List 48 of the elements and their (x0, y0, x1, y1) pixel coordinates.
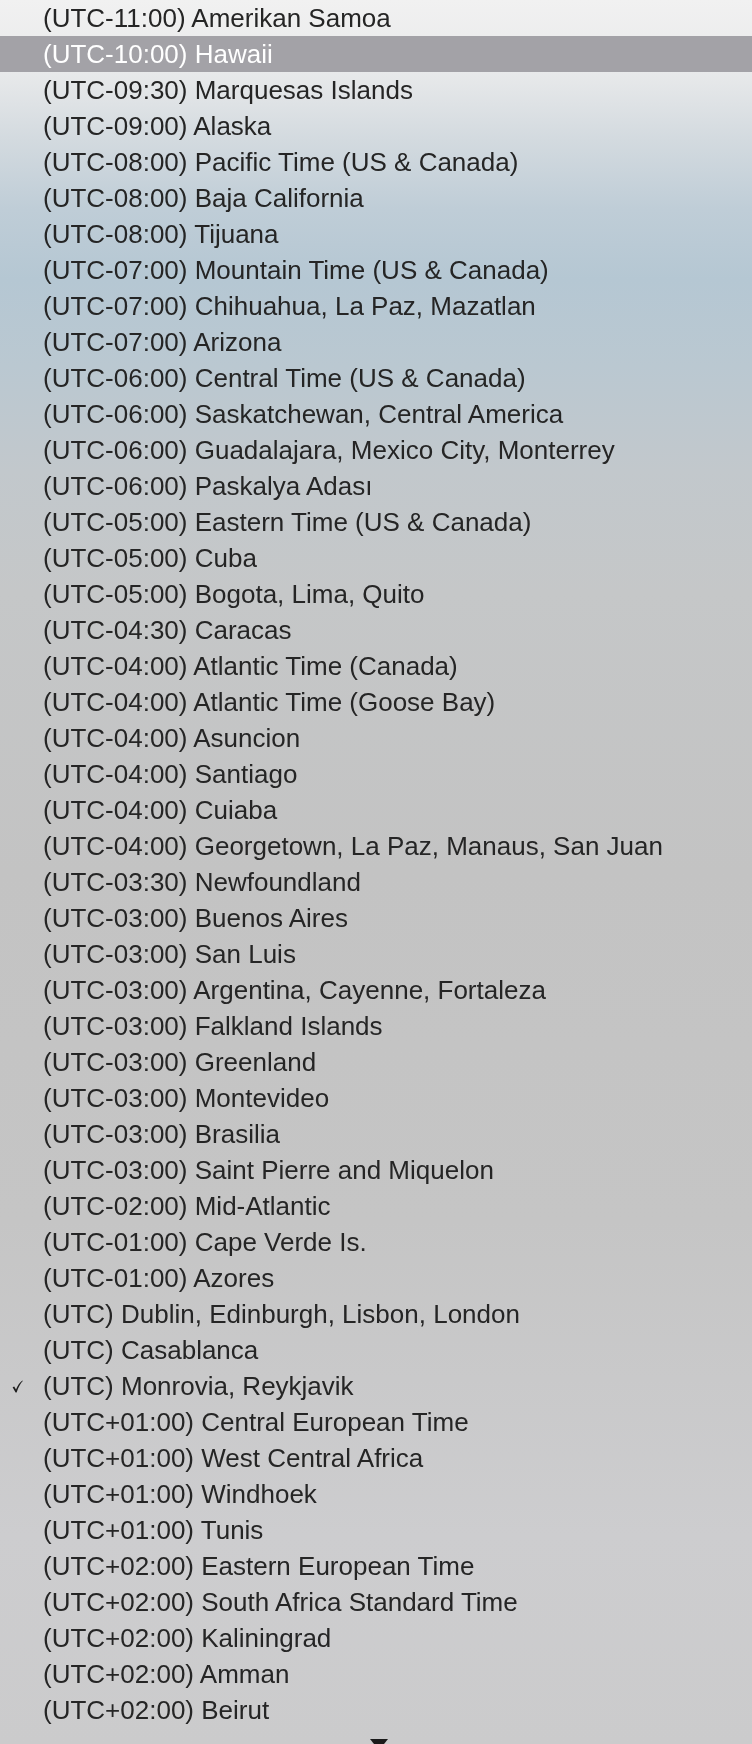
menu-item[interactable]: (UTC+01:00) Windhoek (0, 1476, 752, 1512)
menu-item[interactable]: (UTC-04:00) Asuncion (0, 720, 752, 756)
menu-item[interactable]: (UTC+02:00) Kaliningrad (0, 1620, 752, 1656)
menu-item[interactable]: (UTC+01:00) Central European Time (0, 1404, 752, 1440)
menu-item[interactable]: (UTC-06:00) Guadalajara, Mexico City, Monterrey (0, 432, 752, 468)
menu-item[interactable]: (UTC+02:00) Amman (0, 1656, 752, 1692)
menu-item[interactable]: (UTC-04:00) Cuiaba (0, 792, 752, 828)
menu-item[interactable]: (UTC-03:00) Brasilia (0, 1116, 752, 1152)
menu-item[interactable]: (UTC-11:00) Amerikan Samoa (0, 0, 752, 36)
menu-item[interactable]: (UTC-03:00) Buenos Aires (0, 900, 752, 936)
menu-item[interactable]: (UTC-05:00) Bogota, Lima, Quito (0, 576, 752, 612)
menu-item[interactable]: (UTC-03:00) Saint Pierre and Miquelon (0, 1152, 752, 1188)
menu-item[interactable]: (UTC-01:00) Cape Verde Is. (0, 1224, 752, 1260)
menu-item[interactable]: (UTC-04:00) Georgetown, La Paz, Manaus, San Juan (0, 828, 752, 864)
menu-item[interactable]: (UTC-04:00) Atlantic Time (Goose Bay) (0, 684, 752, 720)
menu-item[interactable]: (UTC+02:00) South Africa Standard Time (0, 1584, 752, 1620)
menu-item[interactable]: (UTC+02:00) Beirut (0, 1692, 752, 1728)
menu-item[interactable]: (UTC-07:00) Chihuahua, La Paz, Mazatlan (0, 288, 752, 324)
menu-item[interactable]: (UTC-09:30) Marquesas Islands (0, 72, 752, 108)
menu-item[interactable]: (UTC-03:00) Falkland Islands (0, 1008, 752, 1044)
menu-item[interactable]: (UTC-03:00) Greenland (0, 1044, 752, 1080)
menu-item[interactable]: (UTC-02:00) Mid-Atlantic (0, 1188, 752, 1224)
menu-item[interactable]: (UTC-04:00) Santiago (0, 756, 752, 792)
menu-item[interactable]: (UTC+02:00) Eastern European Time (0, 1548, 752, 1584)
menu-item[interactable]: (UTC-01:00) Azores (0, 1260, 752, 1296)
menu-item[interactable]: (UTC-06:00) Saskatchewan, Central America (0, 396, 752, 432)
menu-item[interactable]: (UTC+01:00) Tunis (0, 1512, 752, 1548)
menu-item[interactable]: (UTC) Monrovia, Reykjavik (0, 1368, 752, 1404)
menu-item[interactable]: (UTC-07:00) Mountain Time (US & Canada) (0, 252, 752, 288)
menu-item[interactable]: (UTC+01:00) West Central Africa (0, 1440, 752, 1476)
menu-item[interactable]: (UTC-04:00) Atlantic Time (Canada) (0, 648, 752, 684)
menu-item[interactable]: (UTC-03:30) Newfoundland (0, 864, 752, 900)
menu-item[interactable]: (UTC-08:00) Tijuana (0, 216, 752, 252)
menu-item[interactable]: (UTC-06:00) Central Time (US & Canada) (0, 360, 752, 396)
menu-item[interactable]: (UTC-07:00) Arizona (0, 324, 752, 360)
menu-item[interactable]: (UTC-08:00) Pacific Time (US & Canada) (0, 144, 752, 180)
menu-item[interactable]: (UTC-04:30) Caracas (0, 612, 752, 648)
menu-item[interactable]: (UTC-05:00) Cuba (0, 540, 752, 576)
menu-item[interactable]: (UTC-03:00) Argentina, Cayenne, Fortaleza (0, 972, 752, 1008)
menu-item[interactable]: (UTC) Casablanca (0, 1332, 752, 1368)
menu-item[interactable]: (UTC-09:00) Alaska (0, 108, 752, 144)
menu-item[interactable]: (UTC-08:00) Baja California (0, 180, 752, 216)
menu-item[interactable]: (UTC-03:00) Montevideo (0, 1080, 752, 1116)
scroll-down-arrow-icon[interactable] (370, 1739, 388, 1744)
menu-item[interactable]: (UTC-03:00) San Luis (0, 936, 752, 972)
menu-item[interactable]: (UTC-06:00) Paskalya Adası (0, 468, 752, 504)
menu-item[interactable]: (UTC-05:00) Eastern Time (US & Canada) (0, 504, 752, 540)
menu-item[interactable]: (UTC) Dublin, Edinburgh, Lisbon, London (0, 1296, 752, 1332)
